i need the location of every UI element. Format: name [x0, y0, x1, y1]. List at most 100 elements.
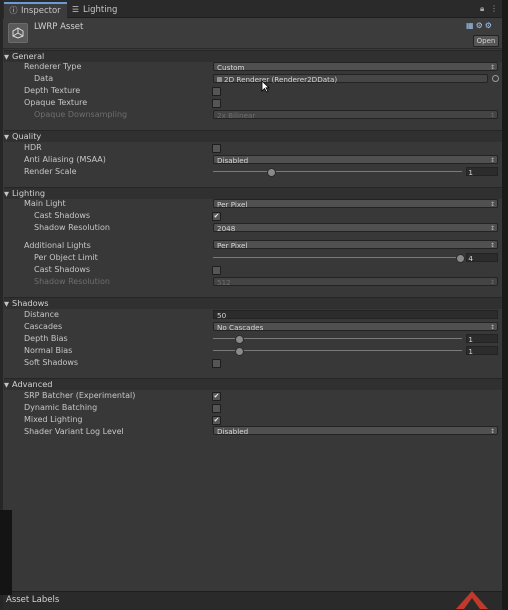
opaque-downsampling-value: 2x Bilinear	[217, 111, 256, 120]
mixed-lighting-checkbox[interactable]: ✔	[212, 416, 221, 425]
hdr-label: HDR	[24, 143, 42, 152]
srp-batcher-label: SRP Batcher (Experimental)	[24, 391, 136, 400]
section-quality-label: Quality	[12, 131, 42, 141]
gear-icon[interactable]: ⚙	[485, 21, 494, 30]
cast-shadows-checkbox[interactable]: ✔	[212, 212, 221, 221]
depth-texture-checkbox[interactable]	[212, 87, 221, 96]
additional-shadow-resolution-label: Shadow Resolution	[34, 277, 110, 286]
soft-shadows-label: Soft Shadows	[24, 358, 79, 367]
slider-thumb[interactable]	[235, 335, 244, 344]
dropdown-arrow-icon: ↕	[489, 428, 495, 435]
cascades-value: No Cascades	[217, 323, 264, 332]
opaque-texture-checkbox[interactable]	[212, 99, 221, 108]
data-object-value: 2D Renderer (Renderer2DData)	[224, 75, 338, 84]
slider-thumb[interactable]	[456, 254, 465, 263]
msaa-value: Disabled	[217, 156, 249, 165]
asset-title: LWRP Asset	[34, 22, 84, 32]
shadow-resolution-value: 2048	[217, 224, 236, 233]
foldout-arrow-icon: ▼	[4, 381, 9, 389]
msaa-dropdown[interactable]: Disabled ↕	[213, 155, 498, 165]
normal-bias-field[interactable]: 1	[466, 346, 498, 356]
section-advanced-label: Advanced	[12, 379, 53, 389]
book-icon[interactable]: ▦	[466, 21, 476, 30]
additional-cast-shadows-checkbox[interactable]	[212, 266, 221, 275]
additional-lights-label: Additional Lights	[24, 241, 91, 250]
distance-field[interactable]: 50	[213, 310, 498, 320]
dynamic-batching-checkbox[interactable]	[212, 404, 221, 413]
dropdown-arrow-icon: ↕	[489, 64, 495, 71]
slider-thumb[interactable]	[267, 168, 276, 177]
asset-labels-label: Asset Labels	[6, 595, 60, 605]
distance-label: Distance	[24, 310, 59, 319]
shadow-resolution-dropdown[interactable]: 2048 ↕	[213, 223, 498, 233]
slider-track	[213, 338, 462, 339]
lock-icon[interactable]: 🔒︎	[480, 4, 484, 14]
opaque-downsampling-label: Opaque Downsampling	[34, 110, 128, 119]
depth-bias-slider[interactable]	[213, 334, 462, 344]
dropdown-arrow-icon: ↕	[489, 242, 495, 249]
renderer-type-dropdown[interactable]: Custom ↕	[213, 62, 498, 72]
additional-lights-value: Per Pixel	[217, 241, 248, 250]
renderer-type-label: Renderer Type	[24, 62, 82, 71]
section-shadows[interactable]: ▼ Shadows	[4, 297, 502, 309]
object-picker-icon[interactable]	[492, 75, 499, 82]
depth-bias-field[interactable]: 1	[466, 334, 498, 344]
info-icon: ⓘ	[9, 6, 18, 15]
main-light-label: Main Light	[24, 199, 66, 208]
asset-labels-bar[interactable]: Asset Labels	[0, 591, 502, 610]
section-advanced[interactable]: ▼ Advanced	[4, 378, 502, 390]
data-object-field[interactable]: 2D Renderer (Renderer2DData)	[213, 74, 488, 84]
normal-bias-label: Normal Bias	[24, 346, 73, 355]
unity-icon	[8, 23, 28, 43]
tab-inspector[interactable]: ⓘ Inspector	[4, 2, 67, 19]
srp-batcher-checkbox[interactable]: ✔	[212, 392, 221, 401]
distance-value: 50	[217, 311, 227, 320]
render-scale-value: 1	[468, 168, 473, 177]
list-icon: ☰	[71, 5, 80, 14]
render-scale-label: Render Scale	[24, 167, 77, 176]
additional-cast-shadows-label: Cast Shadows	[34, 265, 91, 274]
tab-bar: ⓘ Inspector ☰ Lighting 🔒︎ ⋮	[0, 0, 502, 19]
main-light-dropdown[interactable]: Per Pixel ↕	[213, 199, 498, 209]
section-general-label: General	[12, 51, 45, 61]
foldout-arrow-icon: ▼	[4, 190, 9, 198]
mixed-lighting-label: Mixed Lighting	[24, 415, 83, 424]
shader-log-dropdown[interactable]: Disabled ↕	[213, 426, 498, 436]
brand-logo-icon	[456, 591, 488, 609]
shader-log-label: Shader Variant Log Level	[24, 427, 124, 436]
soft-shadows-checkbox[interactable]	[212, 359, 221, 368]
per-object-limit-slider[interactable]	[213, 253, 465, 263]
cascades-dropdown[interactable]: No Cascades ↕	[213, 322, 498, 332]
dropdown-arrow-icon: ↕	[489, 112, 495, 119]
slider-thumb[interactable]	[235, 347, 244, 356]
per-object-limit-label: Per Object Limit	[34, 253, 98, 262]
section-quality[interactable]: ▼ Quality	[4, 130, 502, 142]
foldout-arrow-icon: ▼	[4, 53, 9, 61]
render-scale-slider[interactable]	[213, 167, 462, 177]
slider-track	[213, 171, 462, 172]
dropdown-arrow-icon: ↕	[489, 279, 495, 286]
mouse-cursor-icon	[261, 80, 270, 93]
tab-menu-icon[interactable]: ⋮	[490, 4, 498, 13]
settings-slider-icon[interactable]: ⚙	[476, 21, 485, 30]
normal-bias-slider[interactable]	[213, 346, 462, 356]
section-lighting[interactable]: ▼ Lighting	[4, 187, 502, 199]
per-object-limit-field[interactable]: 4	[466, 253, 498, 263]
tab-lighting[interactable]: ☰ Lighting	[66, 3, 123, 17]
shader-log-value: Disabled	[217, 427, 249, 436]
additional-shadow-resolution-value: 512	[217, 278, 231, 287]
additional-lights-dropdown[interactable]: Per Pixel ↕	[213, 240, 498, 250]
slider-track	[213, 350, 462, 351]
hdr-checkbox[interactable]	[212, 144, 221, 153]
section-lighting-label: Lighting	[12, 188, 46, 198]
per-object-limit-value: 4	[468, 254, 473, 263]
open-button[interactable]: Open	[473, 35, 499, 47]
inspector-window: ⓘ Inspector ☰ Lighting 🔒︎ ⋮ LWRP Asset ▦⚙⚙…	[0, 0, 502, 610]
asset-header: LWRP Asset ▦⚙⚙ Open	[0, 18, 502, 49]
main-light-value: Per Pixel	[217, 200, 248, 209]
renderer-type-value: Custom	[217, 63, 245, 72]
foldout-arrow-icon: ▼	[4, 133, 9, 141]
msaa-label: Anti Aliasing (MSAA)	[24, 155, 106, 164]
render-scale-field[interactable]: 1	[466, 167, 498, 177]
data-label: Data	[34, 74, 54, 83]
